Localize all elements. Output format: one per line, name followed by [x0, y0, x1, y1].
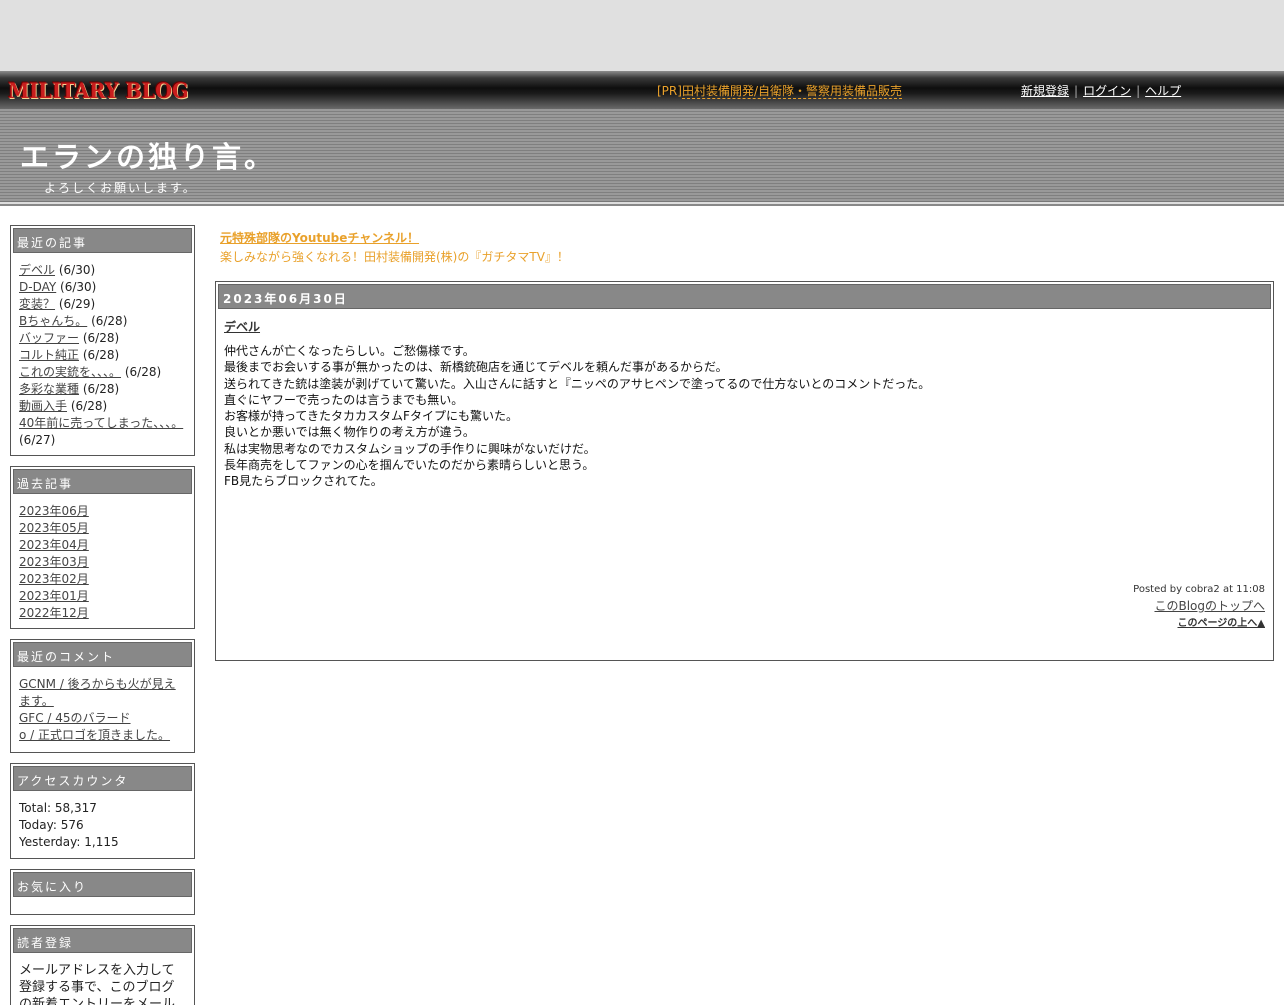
recent-post-item: コルト純正 (6/28): [19, 347, 186, 364]
archive-link[interactable]: 2023年03月: [19, 555, 89, 569]
archives-heading: 過去記事: [13, 469, 192, 494]
posted-by: Posted by cobra2 at 11:08: [1133, 584, 1265, 595]
recent-post-item: これの実銃を、、、。 (6/28): [19, 364, 186, 381]
entry-line: 良いとか悪いでは無く物作りの考え方が違う。: [224, 425, 475, 440]
reader-register-box: 読者登録 メールアドレスを入力して登録する事で、このブログの新着エントリーをメー…: [10, 925, 195, 1005]
archives-box: 過去記事 2023年06月 2023年05月 2023年04月 2023年03月 202…: [10, 466, 195, 629]
pr-prefix: [PR]: [657, 84, 682, 98]
recent-posts-list: デベル (6/30) D-DAY (6/30) 変装？ (6/29) Bちゃんち。 (…: [11, 255, 194, 455]
entry-line: 仲代さんが亡くなったらしい。ご愁傷様です。: [224, 344, 475, 358]
entry-line: 長年商売をしてファンの心を掴んでいたのだから素晴らしいと思う。: [224, 458, 595, 473]
entry-title-link[interactable]: デベル: [224, 320, 260, 334]
counter-total: Total: 58,317: [19, 801, 97, 815]
nav-separator: |: [1074, 84, 1079, 98]
favorites-box: お気に入り: [10, 869, 195, 915]
recent-post-date: (6/28): [91, 314, 128, 328]
counter-yesterday: Yesterday: 1,115: [19, 835, 119, 849]
counter-today: Today: 576: [19, 818, 84, 832]
blog-description: よろしくお願いします。: [44, 181, 197, 195]
login-link[interactable]: ログイン: [1083, 84, 1131, 98]
help-link[interactable]: ヘルプ: [1145, 84, 1181, 98]
recent-post-date: (6/28): [82, 331, 120, 345]
recent-comment-link[interactable]: GFC / 45のバラード: [19, 711, 131, 725]
pr-banner: [PR]田村装備開発/自衛隊・警察用装備品販売: [657, 82, 902, 99]
recent-post-link[interactable]: 変装？: [19, 297, 55, 311]
reader-register-text: メールアドレスを入力して登録する事で、このブログの新着エントリーをメールでお届: [19, 963, 176, 1005]
nav-separator: |: [1136, 84, 1141, 98]
recent-post-item: Bちゃんち。 (6/28): [19, 313, 186, 330]
recent-post-link[interactable]: コルト純正: [19, 348, 79, 362]
recent-post-link[interactable]: 多彩な業種: [19, 382, 79, 396]
access-counter-heading: アクセスカウンタ: [13, 766, 192, 791]
register-link[interactable]: 新規登録: [1021, 84, 1069, 98]
recent-post-date: (6/29): [58, 297, 96, 311]
archives-list: 2023年06月 2023年05月 2023年04月 2023年03月 2023年02月…: [11, 496, 194, 628]
entry-line: お客様が持ってきたタカカスタムFタイプにも驚いた。: [224, 409, 518, 424]
recent-post-date: (6/28): [82, 382, 120, 396]
recent-comment-link[interactable]: o / 正式ロゴを頂きました。: [19, 728, 170, 742]
recent-comment-link[interactable]: GCNM / 後ろからも火が見えます。: [19, 677, 176, 708]
blog-title[interactable]: エランの独り言。: [20, 134, 276, 176]
recent-post-date: (6/28): [124, 365, 162, 379]
archive-link[interactable]: 2023年05月: [19, 521, 89, 535]
entry-meta: Posted by cobra2 at 11:08 このBlogのトップへ この…: [1133, 582, 1265, 632]
recent-post-link[interactable]: 40年前に売ってしまった、、、。: [19, 416, 183, 430]
recent-post-date: (6/30): [58, 263, 96, 277]
archive-link[interactable]: 2023年04月: [19, 538, 89, 552]
entry-line: 送られてきた銃は塗装が剥げていて驚いた。入山さんに話すと『ニッペのアサヒペンで塗…: [224, 376, 931, 391]
blog-top-link[interactable]: このBlogのトップへ: [1154, 599, 1265, 613]
recent-post-item: 40年前に売ってしまった、、、。 (6/27): [19, 415, 186, 449]
recent-post-item: D-DAY (6/30): [19, 279, 186, 296]
recent-post-item: バッファー (6/28): [19, 330, 186, 347]
entry-line: FB見たらブロックされてた。: [224, 474, 383, 489]
recent-post-link[interactable]: D-DAY: [19, 280, 56, 294]
entry-body: 仲代さんが亡くなったらしい。ご愁傷様です。最後までお会いする事が無かったのは、新…: [224, 343, 930, 490]
entry-line: 直ぐにヤフーで売ったのは言うまでも無い。: [224, 392, 464, 407]
top-ad-area: [0, 0, 1284, 71]
page-top-link[interactable]: このページの上へ▲: [1178, 618, 1266, 629]
promo-link[interactable]: 元特殊部隊のYoutubeチャンネル！: [220, 231, 419, 245]
reader-register-heading: 読者登録: [13, 928, 192, 953]
recent-post-item: デベル (6/30): [19, 262, 186, 279]
entry-line: 最後までお会いする事が無かったのは、新橋銃砲店を通じてデベルを頼んだ事があるから…: [224, 360, 728, 375]
recent-post-link[interactable]: バッファー: [19, 331, 79, 345]
recent-post-link[interactable]: 動画入手: [19, 399, 67, 413]
archive-link[interactable]: 2022年12月: [19, 606, 89, 620]
promo-text: 楽しみながら強くなれる！田村装備開発(株)の『ガチタマTV』！: [220, 250, 569, 264]
recent-post-date: (6/27): [19, 433, 56, 447]
blog-header: エランの独り言。 よろしくお願いします。: [0, 109, 1284, 201]
access-counter-box: アクセスカウンタ Total: 58,317 Today: 576 Yester…: [10, 763, 195, 859]
recent-post-link[interactable]: Bちゃんち。: [19, 314, 87, 328]
header-divider: [0, 201, 1284, 206]
site-logo[interactable]: MILITARY BLOG: [8, 78, 189, 103]
promo-area: 元特殊部隊のYoutubeチャンネル！ 楽しみながら強くなれる！田村装備開発(株…: [220, 229, 569, 267]
recent-post-date: (6/28): [70, 399, 108, 413]
pr-link[interactable]: 田村装備開発/自衛隊・警察用装備品販売: [681, 84, 902, 99]
recent-comments-box: 最近のコメント GCNM / 後ろからも火が見えます。 GFC / 45のバラード…: [10, 639, 195, 753]
entry-line: 私は実物思考なのでカスタムショップの手作りに興味がないだけだ。: [224, 441, 596, 456]
recent-post-item: 多彩な業種 (6/28): [19, 381, 186, 398]
user-nav: 新規登録 | ログイン | ヘルプ: [1021, 82, 1181, 99]
navbar: MILITARY BLOG [PR]田村装備開発/自衛隊・警察用装備品販売 新規…: [0, 71, 1284, 109]
archive-link[interactable]: 2023年02月: [19, 572, 89, 586]
entry-date: 2023年06月30日: [218, 284, 1271, 309]
recent-post-date: (6/30): [60, 280, 97, 294]
recent-posts-heading: 最近の記事: [13, 228, 192, 253]
access-counter-body: Total: 58,317 Today: 576 Yesterday: 1,11…: [11, 793, 194, 857]
recent-comments-heading: 最近のコメント: [13, 642, 192, 667]
recent-post-item: 変装？ (6/29): [19, 296, 186, 313]
recent-post-item: 動画入手 (6/28): [19, 398, 186, 415]
recent-post-link[interactable]: これの実銃を、、、。: [19, 365, 121, 379]
recent-post-date: (6/28): [82, 348, 120, 362]
recent-posts-box: 最近の記事 デベル (6/30) D-DAY (6/30) 変装？ (6/29) Bち…: [10, 225, 195, 456]
recent-comments-list: GCNM / 後ろからも火が見えます。 GFC / 45のバラード o / 正式ロゴ…: [11, 669, 194, 750]
archive-link[interactable]: 2023年06月: [19, 504, 89, 518]
favorites-heading: お気に入り: [13, 872, 192, 897]
recent-post-link[interactable]: デベル: [19, 263, 55, 277]
blog-entry: 2023年06月30日 デベル 仲代さんが亡くなったらしい。ご愁傷様です。最後ま…: [215, 281, 1274, 661]
archive-link[interactable]: 2023年01月: [19, 589, 89, 603]
entry-title: デベル: [224, 318, 260, 335]
